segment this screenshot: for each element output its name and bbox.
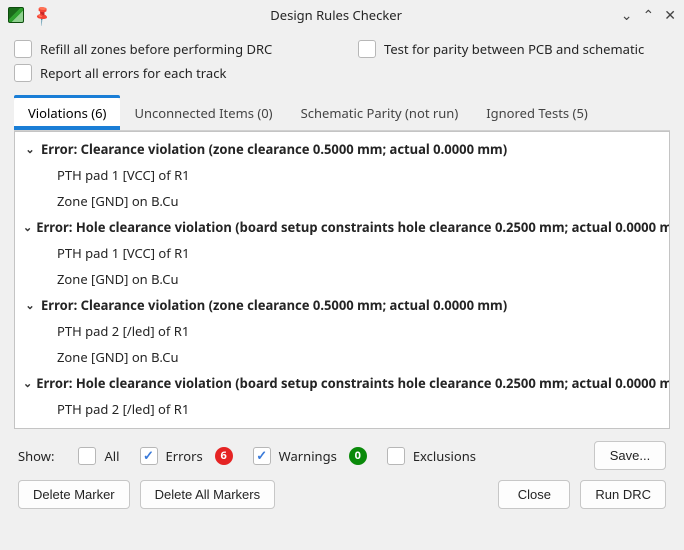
close-button[interactable]: Close bbox=[498, 480, 570, 509]
violation-title: Error: Clearance violation (zone clearan… bbox=[41, 296, 507, 314]
violation-detail[interactable]: Zone [GND] on B.Cu bbox=[15, 266, 669, 292]
checkbox-icon bbox=[14, 40, 32, 58]
violations-list[interactable]: ⌄ Error: Clearance violation (zone clear… bbox=[14, 131, 670, 429]
tab-schematic-parity[interactable]: Schematic Parity (not run) bbox=[287, 98, 473, 130]
violation-item[interactable]: ⌄ Error: Clearance violation (zone clear… bbox=[15, 136, 669, 162]
report-errors-label: Report all errors for each track bbox=[40, 64, 226, 82]
violation-title: Error: Hole clearance violation (board s… bbox=[36, 218, 669, 236]
violation-detail[interactable]: PTH pad 2 [/led] of R1 bbox=[15, 396, 669, 422]
refill-zones-checkbox[interactable]: Refill all zones before performing DRC bbox=[14, 40, 326, 58]
filter-errors-checkbox[interactable]: Errors 6 bbox=[140, 447, 233, 465]
maximize-icon[interactable]: ⌃ bbox=[643, 6, 655, 25]
action-row: Delete Marker Delete All Markers Close R… bbox=[14, 480, 670, 513]
tab-ignored-tests[interactable]: Ignored Tests (5) bbox=[472, 98, 602, 130]
chevron-down-icon[interactable]: ⌄ bbox=[23, 298, 37, 313]
violation-detail[interactable]: Zone [GND] on B.Cu bbox=[15, 422, 669, 429]
filter-all-label: All bbox=[104, 447, 119, 465]
save-button[interactable]: Save... bbox=[594, 441, 666, 470]
tab-unconnected[interactable]: Unconnected Items (0) bbox=[120, 98, 286, 130]
titlebar: 📌 Design Rules Checker ⌄ ⌃ ✕ bbox=[0, 0, 684, 30]
report-errors-checkbox[interactable]: Report all errors for each track bbox=[14, 64, 226, 82]
delete-all-markers-button[interactable]: Delete All Markers bbox=[140, 480, 275, 509]
run-drc-button[interactable]: Run DRC bbox=[580, 480, 666, 509]
checkbox-icon bbox=[140, 447, 158, 465]
violation-detail[interactable]: PTH pad 1 [VCC] of R1 bbox=[15, 162, 669, 188]
checkbox-icon bbox=[387, 447, 405, 465]
violation-detail[interactable]: Zone [GND] on B.Cu bbox=[15, 344, 669, 370]
chevron-down-icon[interactable]: ⌄ bbox=[23, 142, 37, 157]
checkbox-icon bbox=[253, 447, 271, 465]
filter-errors-label: Errors bbox=[166, 447, 203, 465]
refill-zones-label: Refill all zones before performing DRC bbox=[40, 40, 272, 58]
tab-bar: Violations (6) Unconnected Items (0) Sch… bbox=[14, 98, 670, 131]
filter-warnings-label: Warnings bbox=[279, 447, 337, 465]
violation-title: Error: Clearance violation (zone clearan… bbox=[41, 140, 507, 158]
app-icon bbox=[8, 7, 24, 23]
checkbox-icon bbox=[14, 64, 32, 82]
errors-count-badge: 6 bbox=[215, 447, 233, 465]
filter-exclusions-checkbox[interactable]: Exclusions bbox=[387, 447, 476, 465]
chevron-down-icon[interactable]: ⌄ bbox=[23, 220, 32, 235]
violation-item[interactable]: ⌄ Error: Hole clearance violation (board… bbox=[15, 370, 669, 396]
violation-title: Error: Hole clearance violation (board s… bbox=[36, 374, 669, 392]
minimize-icon[interactable]: ⌄ bbox=[621, 6, 633, 25]
delete-marker-button[interactable]: Delete Marker bbox=[18, 480, 130, 509]
violation-detail[interactable]: PTH pad 1 [VCC] of R1 bbox=[15, 240, 669, 266]
filter-warnings-checkbox[interactable]: Warnings 0 bbox=[253, 447, 367, 465]
violation-item[interactable]: ⌄ Error: Hole clearance violation (board… bbox=[15, 214, 669, 240]
violation-detail[interactable]: Zone [GND] on B.Cu bbox=[15, 188, 669, 214]
warnings-count-badge: 0 bbox=[349, 447, 367, 465]
filter-exclusions-label: Exclusions bbox=[413, 447, 476, 465]
window-title: Design Rules Checker bbox=[51, 6, 620, 24]
show-label: Show: bbox=[18, 447, 54, 465]
violation-detail[interactable]: PTH pad 2 [/led] of R1 bbox=[15, 318, 669, 344]
tab-violations[interactable]: Violations (6) bbox=[14, 98, 120, 130]
chevron-down-icon[interactable]: ⌄ bbox=[23, 376, 32, 391]
filter-all-checkbox[interactable]: All bbox=[78, 447, 119, 465]
parity-label: Test for parity between PCB and schemati… bbox=[384, 40, 644, 58]
checkbox-icon bbox=[358, 40, 376, 58]
filter-row: Show: All Errors 6 Warnings 0 Exclusions… bbox=[14, 429, 670, 480]
violation-item[interactable]: ⌄ Error: Clearance violation (zone clear… bbox=[15, 292, 669, 318]
close-icon[interactable]: ✕ bbox=[664, 6, 676, 25]
parity-checkbox[interactable]: Test for parity between PCB and schemati… bbox=[358, 40, 670, 58]
checkbox-icon bbox=[78, 447, 96, 465]
